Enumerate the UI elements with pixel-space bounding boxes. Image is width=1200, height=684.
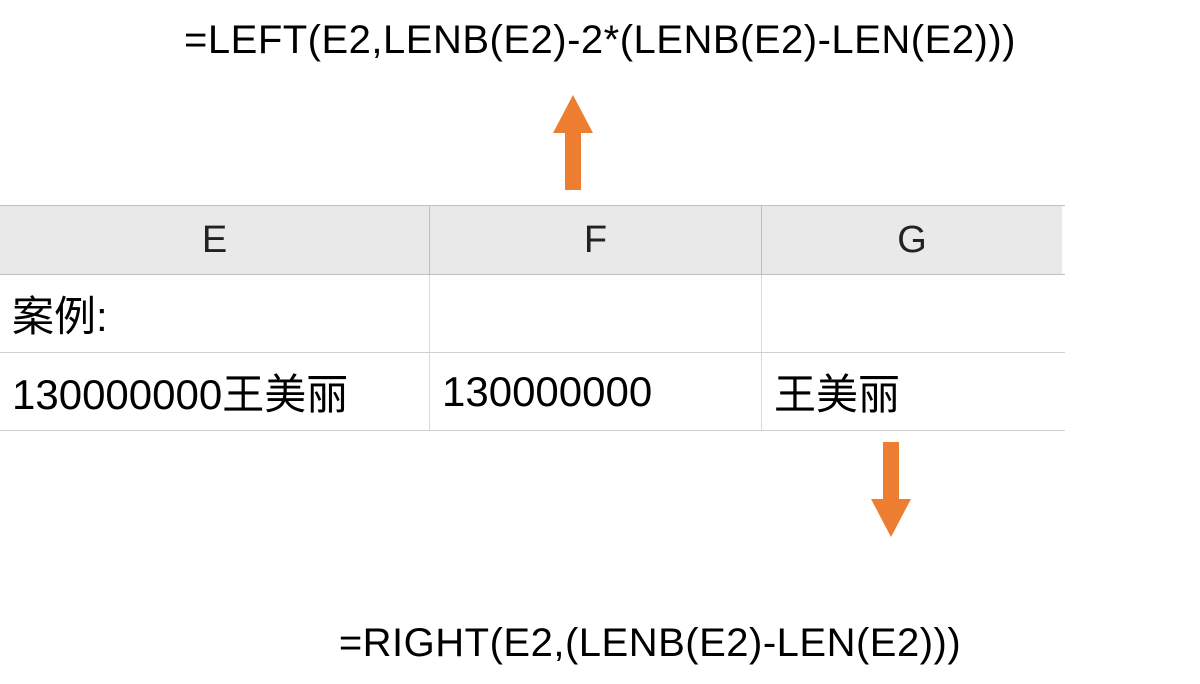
spreadsheet-table: E F G 案例: 130000000王美丽 130000000 王美丽 xyxy=(0,205,1065,431)
arrow-down-icon xyxy=(871,442,911,542)
col-header-g[interactable]: G xyxy=(762,206,1062,274)
table-row: 案例: xyxy=(0,275,1065,353)
cell-f1[interactable] xyxy=(430,275,762,352)
col-header-e[interactable]: E xyxy=(0,206,430,274)
cell-e1[interactable]: 案例: xyxy=(0,275,430,352)
cell-f2[interactable]: 130000000 xyxy=(430,353,762,430)
formula-left: =LEFT(E2,LENB(E2)-2*(LENB(E2)-LEN(E2))) xyxy=(0,18,1200,63)
table-header-row: E F G xyxy=(0,205,1065,275)
col-header-f[interactable]: F xyxy=(430,206,762,274)
table-row: 130000000王美丽 130000000 王美丽 xyxy=(0,353,1065,431)
arrow-up-icon xyxy=(553,95,593,195)
cell-e2[interactable]: 130000000王美丽 xyxy=(0,353,430,430)
cell-g1[interactable] xyxy=(762,275,1062,352)
cell-g2[interactable]: 王美丽 xyxy=(762,353,1062,430)
formula-right: =RIGHT(E2,(LENB(E2)-LEN(E2))) xyxy=(0,621,1200,666)
